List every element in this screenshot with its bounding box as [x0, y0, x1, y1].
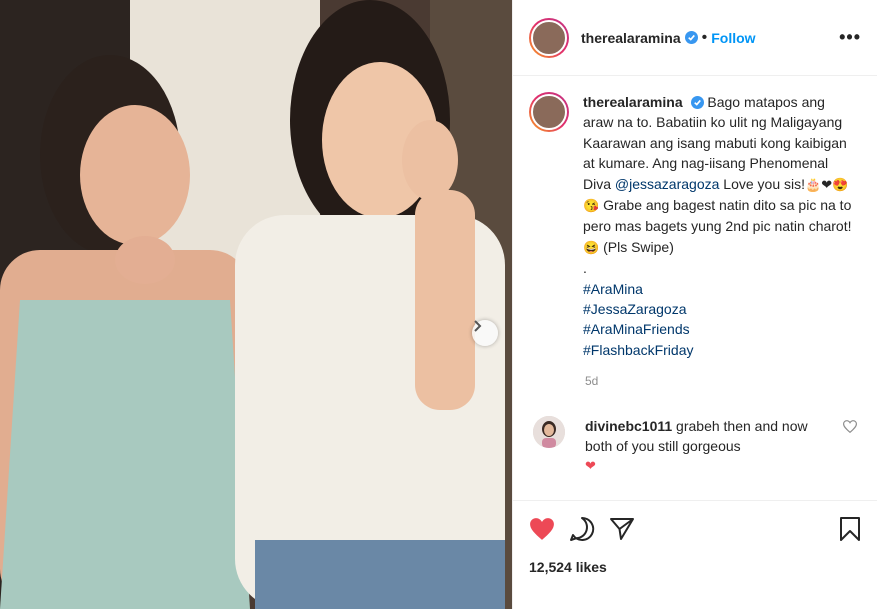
verified-icon [690, 96, 704, 109]
post-header: therealaramina • Follow ••• [513, 0, 877, 76]
photo-illustration [0, 0, 512, 609]
action-icons [529, 513, 861, 545]
comment-text: divinebc1011 grabeh then and now both of… [585, 416, 829, 476]
next-photo-button[interactable] [472, 320, 498, 346]
avatar[interactable] [529, 17, 569, 58]
comment-button[interactable] [569, 516, 595, 542]
share-icon [610, 518, 634, 540]
comment-icon [570, 516, 595, 541]
caption-timestamp[interactable]: 5d [585, 374, 861, 388]
hashtag-link[interactable]: #AraMinaFriends [583, 319, 855, 339]
post-side-panel: therealaramina • Follow ••• therealarami… [512, 0, 877, 609]
caption-emojis-1: 🎂❤😍 [805, 176, 849, 192]
caption-dot: . [583, 260, 587, 277]
caption-username[interactable]: therealaramina [583, 94, 683, 110]
hashtag-link[interactable]: #FlashbackFriday [583, 340, 855, 360]
mention-link[interactable]: @jessazaragoza [615, 176, 720, 192]
post-photo[interactable] [0, 0, 512, 609]
caption-emojis-2: 😘 [583, 198, 600, 214]
action-bar: 12,524 likes [513, 500, 877, 575]
avatar-image [531, 19, 567, 56]
caption-line3: Grabe ang bagest natin dito sa pic na to… [583, 197, 852, 235]
comment-item: divinebc1011 grabeh then and now both of… [529, 416, 861, 476]
caption-text: therealaramina Bago matapos ang araw na … [583, 92, 855, 360]
instagram-post: therealaramina • Follow ••• therealarami… [0, 0, 877, 609]
save-icon [840, 517, 860, 541]
like-count[interactable]: 12,524 likes [529, 559, 861, 575]
caption-line4: (Pls Swipe) [599, 238, 674, 255]
comments-area[interactable]: therealaramina Bago matapos ang araw na … [513, 76, 877, 500]
verified-icon [684, 31, 698, 44]
heart-icon [530, 518, 554, 540]
caption: therealaramina Bago matapos ang araw na … [529, 92, 861, 360]
comment-avatar[interactable] [533, 416, 565, 449]
hashtag-link[interactable]: #JessaZaragoza [583, 299, 855, 319]
comment-avatar-image [533, 416, 565, 449]
like-button[interactable] [529, 517, 555, 541]
heart-icon[interactable] [843, 420, 857, 434]
comment-username[interactable]: divinebc1011 [585, 418, 672, 434]
hashtag-link[interactable]: #AraMina [583, 279, 855, 299]
caption-emojis-3: 😆 [583, 239, 600, 255]
caption-avatar[interactable] [529, 92, 569, 132]
chevron-right-icon [474, 320, 482, 332]
header-username[interactable]: therealaramina [581, 30, 681, 46]
caption-line2: Love you sis! [719, 175, 806, 192]
more-icon[interactable]: ••• [839, 27, 861, 48]
share-button[interactable] [609, 517, 635, 541]
save-button[interactable] [839, 516, 861, 542]
follow-button[interactable]: Follow [711, 30, 755, 46]
caption-avatar-image [531, 94, 567, 130]
comment-emoji: ❤ [585, 458, 596, 474]
separator-dot: • [701, 28, 708, 46]
